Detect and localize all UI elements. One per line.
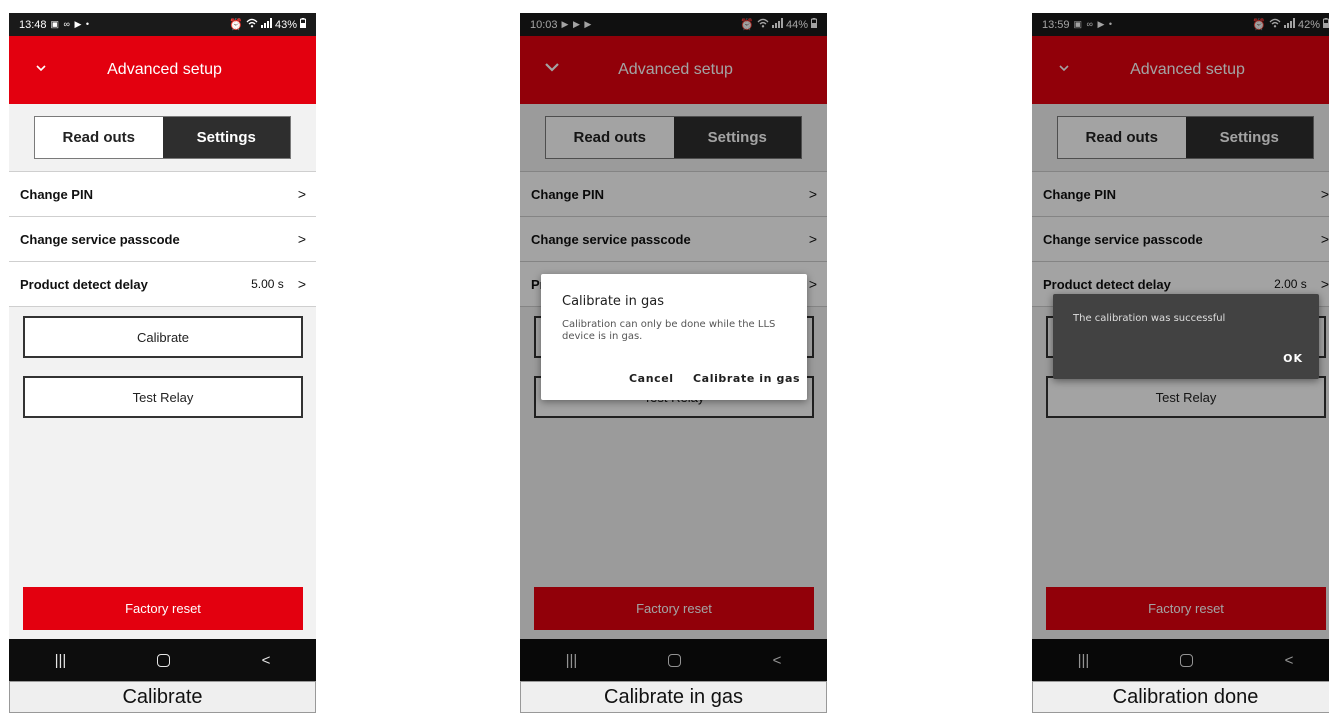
phone-screen-calibrate: 13:48 ▣ ∞ ▶ • ⏰ 43% Advanced setup Read … — [9, 13, 316, 681]
phone-screen-calibration-done: 13:59 ▣ ∞ ▶ • ⏰ 42% Advanced setup Read … — [1032, 13, 1329, 681]
calibrate-in-gas-dialog: Calibrate in gas Calibration can only be… — [541, 274, 807, 400]
caption-calibrate: Calibrate — [9, 681, 316, 713]
row-label: Product detect delay — [20, 276, 148, 292]
dialog-message: Calibration can only be done while the L… — [562, 319, 776, 342]
page-title: Advanced setup — [107, 61, 222, 78]
battery-level: 43% — [274, 18, 297, 31]
wifi-icon — [246, 18, 258, 31]
row-label: Change service passcode — [20, 231, 180, 247]
phone-screen-calibrate-in-gas: 10:03 ▶ ▶ ▶ ⏰ 44% Advanced setup Read ou… — [520, 13, 827, 681]
home-icon[interactable] — [157, 653, 171, 667]
app-bar: Advanced setup — [9, 36, 316, 104]
test-relay-button[interactable]: Test Relay — [23, 376, 303, 418]
chevron-right-icon: > — [297, 231, 306, 247]
system-nav-bar: ||| < — [9, 639, 316, 681]
ok-button[interactable]: OK — [1283, 352, 1303, 365]
calibration-success-dialog: The calibration was successful OK — [1053, 294, 1319, 379]
row-label: Change PIN — [20, 186, 93, 202]
dialog-message: The calibration was successful — [1073, 313, 1226, 324]
caption-calibrate-in-gas: Calibrate in gas — [520, 681, 827, 713]
delay-value: 5.00 s — [251, 277, 284, 291]
tab-settings[interactable]: Settings — [162, 117, 290, 158]
row-change-pin[interactable]: Change PIN > — [9, 172, 316, 217]
cancel-button[interactable]: Cancel — [629, 372, 674, 385]
calibrate-button[interactable]: Calibrate — [23, 316, 303, 358]
dialog-title: Calibrate in gas — [562, 294, 665, 309]
recents-icon[interactable]: ||| — [55, 652, 67, 669]
notification-icons: ▣ ∞ ▶ • — [50, 19, 91, 29]
factory-reset-button[interactable]: Factory reset — [23, 587, 303, 630]
alarm-icon: ⏰ — [229, 19, 243, 31]
row-product-detect-delay[interactable]: Product detect delay 5.00 s > — [9, 262, 316, 307]
chevron-right-icon: > — [297, 186, 306, 202]
tab-read-outs[interactable]: Read outs — [35, 117, 163, 158]
caption-calibration-done: Calibration done — [1032, 681, 1329, 713]
back-icon[interactable]: < — [262, 652, 271, 669]
battery-icon — [300, 18, 306, 31]
status-bar: 13:48 ▣ ∞ ▶ • ⏰ 43% — [9, 13, 316, 36]
settings-content: Read outs Settings Change PIN > Change s… — [9, 104, 316, 639]
status-time: 13:48 — [19, 18, 47, 31]
signal-icon — [260, 18, 272, 31]
row-change-service-passcode[interactable]: Change service passcode > — [9, 217, 316, 262]
settings-list: Change PIN > Change service passcode > P… — [9, 171, 316, 307]
calibrate-in-gas-button[interactable]: Calibrate in gas — [693, 372, 800, 385]
chevron-right-icon: > — [297, 276, 306, 292]
tab-switcher: Read outs Settings — [34, 116, 291, 159]
